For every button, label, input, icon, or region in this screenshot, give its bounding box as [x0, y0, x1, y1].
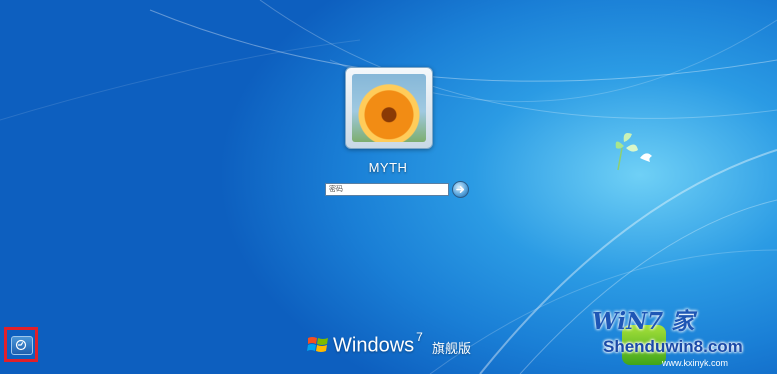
ease-of-access-button[interactable]	[4, 327, 38, 362]
arrow-right-icon	[456, 186, 465, 193]
flower-avatar-icon	[352, 74, 426, 142]
login-screen: MYTH Windows 7 旗舰版 WiN7 家 Shenduwin8.com…	[0, 0, 777, 374]
windows-edition-label: 旗舰版	[432, 342, 472, 357]
windows-version-number: 7	[416, 330, 423, 344]
watermark-url: www.kxinyk.com	[662, 358, 729, 368]
watermark-site: Shenduwin8.com	[603, 337, 743, 356]
windows-flag-icon	[307, 337, 328, 352]
windows-product-name: Windows 7	[333, 330, 423, 357]
login-submit-button[interactable]	[452, 181, 469, 198]
ease-of-access-icon	[11, 336, 33, 355]
user-avatar[interactable]	[345, 67, 433, 149]
birds-decoration-icon	[615, 133, 652, 171]
watermark-logo: WiN7 家	[592, 308, 695, 335]
username-label: MYTH	[368, 160, 408, 175]
password-input[interactable]	[325, 183, 449, 196]
